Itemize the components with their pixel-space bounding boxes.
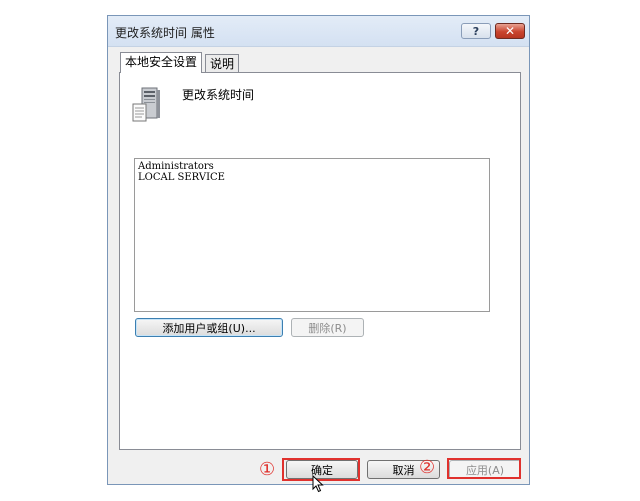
server-computer-icon <box>132 87 160 122</box>
mouse-cursor-icon <box>312 475 324 493</box>
tab-label: 本地安全设置 <box>125 55 198 69</box>
properties-dialog: 更改系统时间 属性 ? ✕ 本地安全设置 说明 更改系统时间 Administr… <box>107 15 530 485</box>
tab-panel: 更改系统时间 Administrators LOCAL SERVICE 添加用户… <box>119 72 521 450</box>
dialog-title: 更改系统时间 属性 <box>115 26 215 40</box>
policy-name: 更改系统时间 <box>182 88 255 102</box>
close-button[interactable]: ✕ <box>495 23 525 39</box>
members-list[interactable]: Administrators LOCAL SERVICE <box>134 158 490 312</box>
list-item[interactable]: Administrators <box>138 161 486 172</box>
help-button[interactable]: ? <box>461 23 491 39</box>
title-bar[interactable]: 更改系统时间 属性 ? ✕ <box>108 16 529 47</box>
step-marker-2: ② <box>419 457 436 478</box>
remove-button[interactable]: 删除(R) <box>291 318 364 337</box>
help-icon: ? <box>472 24 480 38</box>
tab-local-security-setting[interactable]: 本地安全设置 <box>120 52 203 73</box>
close-icon: ✕ <box>504 24 516 38</box>
apply-highlight-box <box>447 458 521 479</box>
step-marker-1: ① <box>259 459 276 480</box>
tab-explain[interactable]: 说明 <box>205 54 240 72</box>
add-user-or-group-button[interactable]: 添加用户或组(U)... <box>135 318 283 337</box>
tab-label: 说明 <box>210 57 235 71</box>
list-item[interactable]: LOCAL SERVICE <box>138 172 486 183</box>
